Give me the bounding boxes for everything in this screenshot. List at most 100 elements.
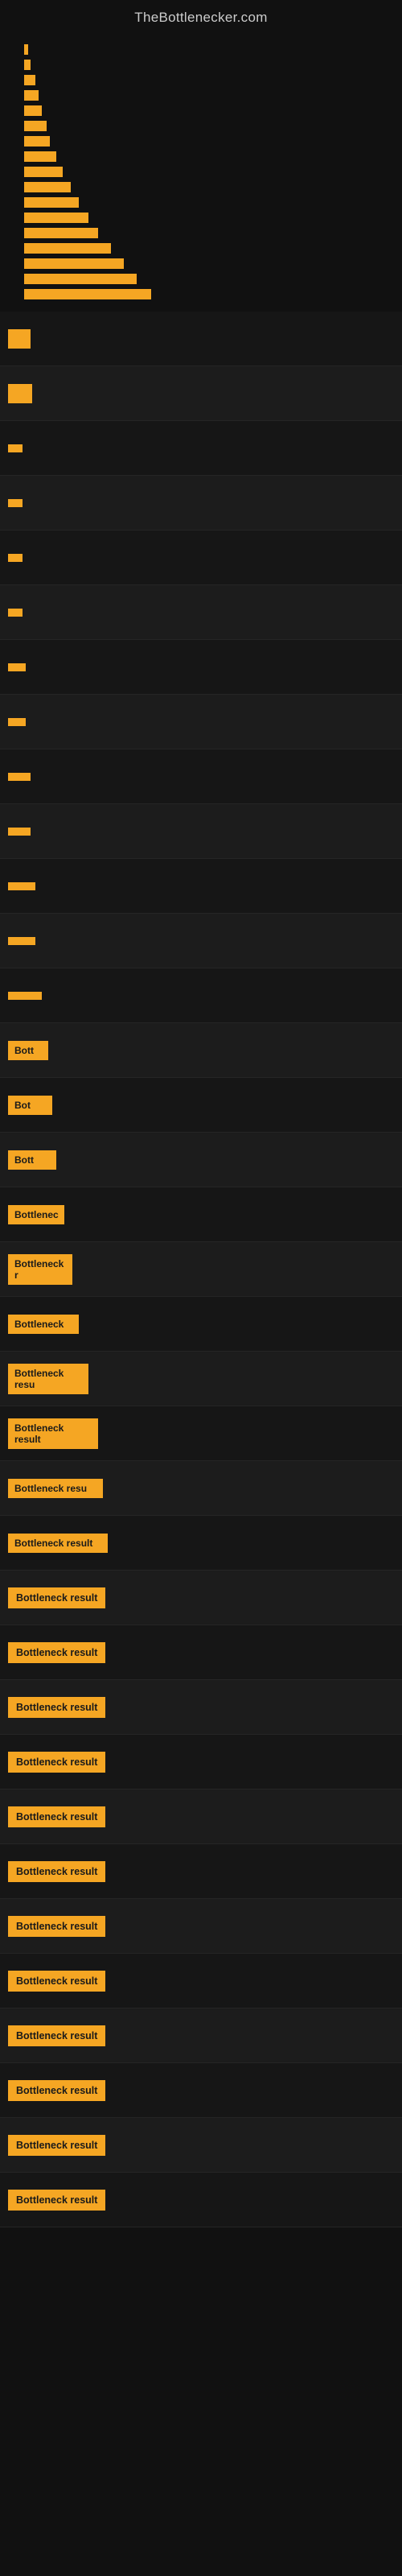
result-item: Bott xyxy=(0,1133,402,1187)
chart-bar-fill xyxy=(24,90,39,101)
chart-bar-fill xyxy=(24,243,111,254)
orange-label: Bottleneck result xyxy=(8,2025,105,2046)
orange-label xyxy=(8,384,32,403)
orange-label xyxy=(8,554,23,562)
result-item: Bottleneck r xyxy=(0,1242,402,1297)
result-item: Bottleneck result xyxy=(0,1625,402,1680)
result-item: Bottleneck result xyxy=(0,2173,402,2227)
orange-label: Bottleneck result xyxy=(8,1806,105,1827)
orange-label: Bottlenec xyxy=(8,1205,64,1224)
orange-label xyxy=(8,992,42,1000)
chart-bar-fill xyxy=(24,258,124,269)
result-item: Bottleneck resu xyxy=(0,1352,402,1406)
result-item: Bottleneck result xyxy=(0,1844,402,1899)
result-item xyxy=(0,312,402,366)
chart-bar-fill xyxy=(24,75,35,85)
orange-label xyxy=(8,444,23,452)
chart-area xyxy=(0,32,402,312)
orange-label: Bottleneck result xyxy=(8,1697,105,1718)
orange-label: Bottleneck result xyxy=(8,1534,108,1553)
orange-label: Bottleneck result xyxy=(8,2190,105,2211)
chart-bar-row xyxy=(24,90,390,101)
chart-bar-fill xyxy=(24,289,151,299)
chart-bar-row xyxy=(24,121,390,131)
chart-bar-fill xyxy=(24,274,137,284)
chart-bar-row xyxy=(24,182,390,192)
chart-bar-row xyxy=(24,213,390,223)
chart-bar-row xyxy=(24,60,390,70)
chart-bar-row xyxy=(24,105,390,116)
chart-bar-fill xyxy=(24,182,71,192)
chart-bar-fill xyxy=(24,151,56,162)
result-item: Bot xyxy=(0,1078,402,1133)
chart-bar-row xyxy=(24,289,390,299)
result-item xyxy=(0,749,402,804)
orange-label: Bottleneck result xyxy=(8,1861,105,1882)
result-item xyxy=(0,968,402,1023)
orange-label xyxy=(8,329,31,349)
result-item: Bottleneck result xyxy=(0,1680,402,1735)
orange-label: Bottleneck result xyxy=(8,1752,105,1773)
chart-bar-fill xyxy=(24,136,50,147)
result-item xyxy=(0,804,402,859)
chart-bar-fill xyxy=(24,228,98,238)
chart-bar-fill xyxy=(24,44,28,55)
orange-label xyxy=(8,499,23,507)
chart-bar-row xyxy=(24,44,390,55)
result-item: Bottleneck result xyxy=(0,1790,402,1844)
result-item: Bott xyxy=(0,1023,402,1078)
result-item: Bottleneck result xyxy=(0,2008,402,2063)
orange-label: Bot xyxy=(8,1096,52,1115)
result-item-2176: Bottleneck result xyxy=(0,1571,402,1625)
orange-label: Bottleneck resu xyxy=(8,1479,103,1498)
chart-bar-row xyxy=(24,136,390,147)
result-item: Bottleneck result xyxy=(0,1406,402,1461)
orange-label xyxy=(8,718,26,726)
orange-label: Bottleneck result xyxy=(8,2135,105,2156)
chart-bar-fill xyxy=(24,121,47,131)
orange-label: Bottleneck xyxy=(8,1315,79,1334)
result-item xyxy=(0,640,402,695)
result-item xyxy=(0,859,402,914)
orange-label: Bottleneck resu xyxy=(8,1364,88,1394)
result-item: Bottleneck result xyxy=(0,1516,402,1571)
result-item xyxy=(0,695,402,749)
orange-label: Bottleneck result xyxy=(8,1418,98,1449)
chart-bar-fill xyxy=(24,60,31,70)
result-item xyxy=(0,530,402,585)
chart-bar-row xyxy=(24,274,390,284)
result-item xyxy=(0,476,402,530)
orange-label: Bottleneck result xyxy=(8,2080,105,2101)
chart-bar-fill xyxy=(24,197,79,208)
chart-bar-row xyxy=(24,258,390,269)
chart-bar-row xyxy=(24,151,390,162)
orange-label: Bottleneck result xyxy=(8,1971,105,1992)
orange-label xyxy=(8,828,31,836)
chart-bar-row xyxy=(24,167,390,177)
chart-bar-fill xyxy=(24,213,88,223)
result-item: Bottlenec xyxy=(0,1187,402,1242)
orange-label: Bott xyxy=(8,1150,56,1170)
result-item xyxy=(0,914,402,968)
page-wrapper: TheBottlenecker.com xyxy=(0,0,402,2576)
orange-label: Bottleneck result xyxy=(8,1916,105,1937)
result-item xyxy=(0,366,402,421)
chart-bar-row xyxy=(24,228,390,238)
orange-label: Bottleneck result xyxy=(8,1642,105,1663)
orange-label xyxy=(8,773,31,781)
result-item: Bottleneck result xyxy=(0,1899,402,1954)
result-item: Bottleneck result xyxy=(0,1954,402,2008)
orange-label xyxy=(8,882,35,890)
result-item xyxy=(0,585,402,640)
chart-bar-row xyxy=(24,75,390,85)
result-item: Bottleneck result xyxy=(0,2118,402,2173)
orange-label xyxy=(8,609,23,617)
result-item: Bottleneck result xyxy=(0,1735,402,1790)
chart-bar-fill xyxy=(24,105,42,116)
chart-bar-row xyxy=(24,197,390,208)
result-item: Bottleneck xyxy=(0,1297,402,1352)
site-title: TheBottlenecker.com xyxy=(0,0,402,32)
orange-label: Bottleneck r xyxy=(8,1254,72,1285)
orange-label: Bottleneck result xyxy=(8,1587,105,1608)
result-item: Bottleneck resu xyxy=(0,1461,402,1516)
